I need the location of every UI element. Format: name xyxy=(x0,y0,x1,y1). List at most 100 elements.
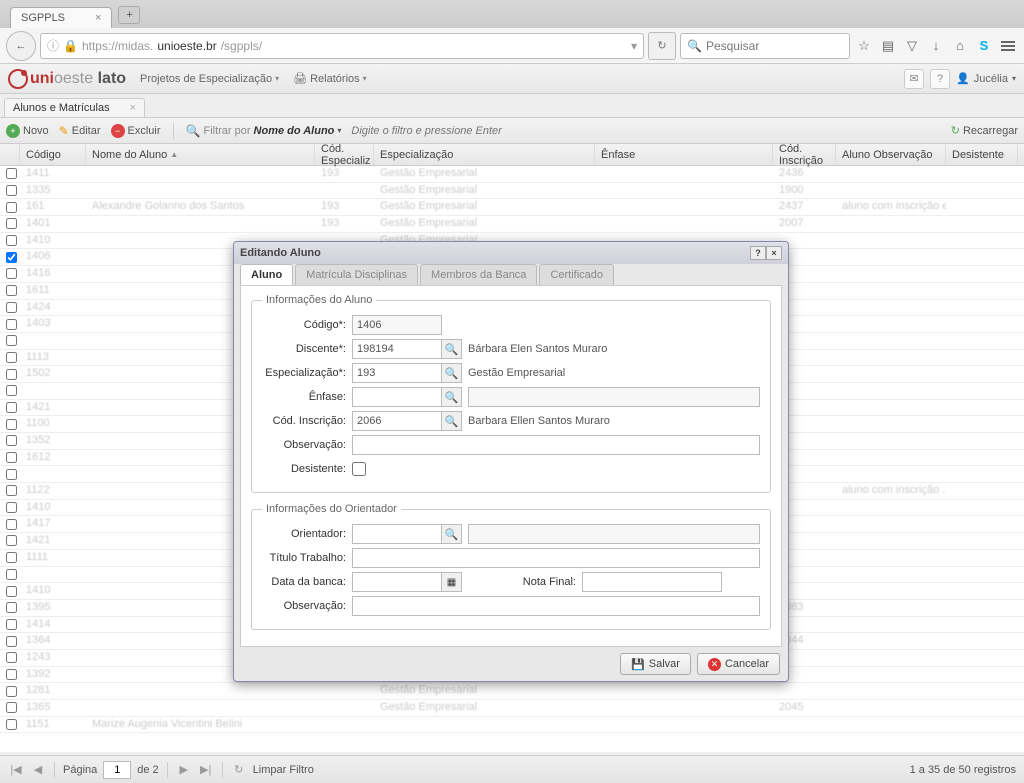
menu-projetos[interactable]: Projetos de Especialização xyxy=(140,73,279,85)
dropdown-icon[interactable]: ▾ xyxy=(631,39,637,53)
row-checkbox[interactable] xyxy=(6,302,17,313)
row-checkbox[interactable] xyxy=(6,218,17,229)
lookup-especializacao-button[interactable]: 🔍 xyxy=(442,363,462,383)
next-page-button[interactable]: ▶ xyxy=(176,762,192,778)
table-row[interactable]: 161Alexandre Golanno dos Santos193Gestão… xyxy=(0,199,1024,216)
user-menu[interactable]: 👤Jucélia xyxy=(956,72,1016,85)
row-checkbox[interactable] xyxy=(6,202,17,213)
app-tab-alunos[interactable]: Alunos e Matrículas × xyxy=(4,98,145,117)
input-nota-final[interactable] xyxy=(582,572,722,592)
col-enfase[interactable]: Ênfase xyxy=(595,144,773,165)
close-icon[interactable]: × xyxy=(130,102,136,114)
row-checkbox[interactable] xyxy=(6,569,17,580)
lookup-inscricao-button[interactable]: 🔍 xyxy=(442,411,462,431)
row-checkbox[interactable] xyxy=(6,602,17,613)
first-page-button[interactable]: |◀ xyxy=(8,762,24,778)
refresh-grid-button[interactable]: ↻ xyxy=(231,762,247,778)
input-orientador[interactable] xyxy=(352,524,442,544)
input-observacao-orient[interactable] xyxy=(352,596,760,616)
input-data-banca[interactable] xyxy=(352,572,442,592)
filter-input[interactable] xyxy=(351,125,940,137)
col-obs[interactable]: Aluno Observação xyxy=(836,144,946,165)
row-checkbox[interactable] xyxy=(6,402,17,413)
new-tab-button[interactable]: + xyxy=(118,6,140,24)
row-checkbox[interactable] xyxy=(6,702,17,713)
tab-certificado[interactable]: Certificado xyxy=(539,264,614,285)
cancelar-button[interactable]: ✕Cancelar xyxy=(697,653,780,675)
limpar-filtro-button[interactable]: Limpar Filtro xyxy=(253,764,314,776)
col-esp[interactable]: Especialização xyxy=(374,144,595,165)
row-checkbox[interactable] xyxy=(6,552,17,563)
browser-search[interactable]: 🔍 Pesquisar xyxy=(680,33,850,59)
input-observacao[interactable] xyxy=(352,435,760,455)
pocket-icon[interactable]: ▽ xyxy=(902,36,922,56)
menu-button[interactable] xyxy=(998,36,1018,56)
lookup-enfase-button[interactable]: 🔍 xyxy=(442,387,462,407)
table-row[interactable]: 1365Gestão Empresarial2045 xyxy=(0,700,1024,717)
tab-membros[interactable]: Membros da Banca xyxy=(420,264,537,285)
row-checkbox[interactable] xyxy=(6,469,17,480)
table-row[interactable]: 1151Marize Augenia Vicentini Belini xyxy=(0,717,1024,734)
row-checkbox[interactable] xyxy=(6,369,17,380)
row-checkbox[interactable] xyxy=(6,235,17,246)
menu-relatorios[interactable]: 🖨Relatórios xyxy=(293,72,367,85)
row-checkbox[interactable] xyxy=(6,519,17,530)
library-icon[interactable]: ▤ xyxy=(878,36,898,56)
dialog-titlebar[interactable]: Editando Aluno ? × xyxy=(234,242,788,264)
input-especializacao[interactable] xyxy=(352,363,442,383)
row-checkbox[interactable] xyxy=(6,352,17,363)
close-button[interactable]: × xyxy=(766,246,782,260)
row-checkbox[interactable] xyxy=(6,502,17,513)
input-enfase[interactable] xyxy=(352,387,442,407)
row-checkbox[interactable] xyxy=(6,268,17,279)
mail-icon[interactable]: ✉ xyxy=(904,69,924,89)
help-icon[interactable]: ? xyxy=(930,69,950,89)
tab-aluno[interactable]: Aluno xyxy=(240,264,293,285)
row-checkbox[interactable] xyxy=(6,452,17,463)
row-checkbox[interactable] xyxy=(6,669,17,680)
input-codigo[interactable] xyxy=(352,315,442,335)
row-checkbox[interactable] xyxy=(6,252,17,263)
col-cod-esp[interactable]: Cód. Especializ xyxy=(315,144,374,165)
url-bar[interactable]: ⓘ 🔒 https://midas.unioeste.br/sgppls/ ▾ xyxy=(40,33,644,59)
table-row[interactable]: 1335Gestão Empresarial1900 xyxy=(0,183,1024,200)
close-icon[interactable]: × xyxy=(95,12,101,24)
prev-page-button[interactable]: ◀ xyxy=(30,762,46,778)
tab-matricula[interactable]: Matrícula Disciplinas xyxy=(295,264,418,285)
recarregar-button[interactable]: ↻Recarregar xyxy=(951,124,1018,137)
bookmark-icon[interactable]: ☆ xyxy=(854,36,874,56)
row-checkbox[interactable] xyxy=(6,636,17,647)
row-checkbox[interactable] xyxy=(6,485,17,496)
row-checkbox[interactable] xyxy=(6,619,17,630)
reload-button[interactable]: ↻ xyxy=(648,32,676,60)
row-checkbox[interactable] xyxy=(6,185,17,196)
row-checkbox[interactable] xyxy=(6,435,17,446)
col-desistente[interactable]: Desistente xyxy=(946,144,1018,165)
date-picker-button[interactable]: ▦ xyxy=(442,572,462,592)
row-checkbox[interactable] xyxy=(6,285,17,296)
col-nome[interactable]: Nome do Aluno▲ xyxy=(86,144,315,165)
last-page-button[interactable]: ▶| xyxy=(198,762,214,778)
browser-tab[interactable]: SGPPLS × xyxy=(10,7,112,28)
row-checkbox[interactable] xyxy=(6,535,17,546)
row-checkbox[interactable] xyxy=(6,319,17,330)
row-checkbox[interactable] xyxy=(6,719,17,730)
input-cod-inscricao[interactable] xyxy=(352,411,442,431)
table-row[interactable]: 1281Gestão Empresarial xyxy=(0,683,1024,700)
table-row[interactable]: 1411193Gestão Empresarial2436 xyxy=(0,166,1024,183)
row-checkbox[interactable] xyxy=(6,335,17,346)
excluir-button[interactable]: −Excluir xyxy=(111,124,161,138)
table-row[interactable]: 1401193Gestão Empresarial2007 xyxy=(0,216,1024,233)
row-checkbox[interactable] xyxy=(6,686,17,697)
row-checkbox[interactable] xyxy=(6,168,17,179)
salvar-button[interactable]: 💾Salvar xyxy=(620,653,691,675)
download-icon[interactable]: ↓ xyxy=(926,36,946,56)
col-codigo[interactable]: Código xyxy=(20,144,86,165)
lookup-orientador-button[interactable]: 🔍 xyxy=(442,524,462,544)
col-cod-insc[interactable]: Cód. Inscrição xyxy=(773,144,836,165)
input-titulo[interactable] xyxy=(352,548,760,568)
page-input[interactable] xyxy=(103,761,131,779)
row-checkbox[interactable] xyxy=(6,419,17,430)
input-discente[interactable] xyxy=(352,339,442,359)
editar-button[interactable]: ✎Editar xyxy=(59,124,101,138)
